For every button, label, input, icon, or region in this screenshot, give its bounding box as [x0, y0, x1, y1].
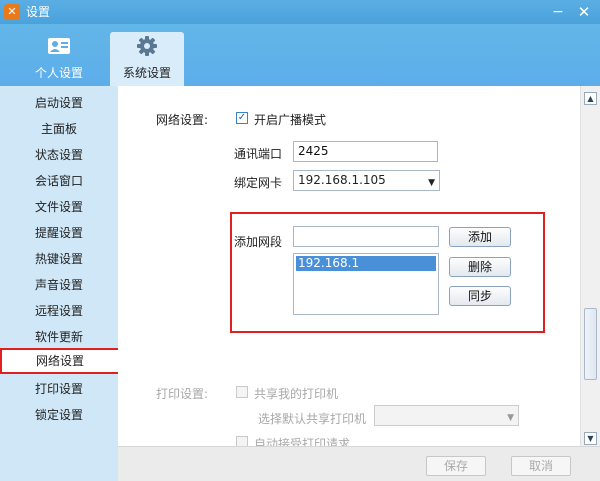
- top-tab-bar: 个人设置 系统设置: [0, 24, 600, 86]
- app-logo-icon: ✕: [4, 4, 20, 20]
- settings-window: ✕ 设置 − ✕ 个人设置 系统设置 启动设置 主面板 状态设置 会话窗口 文件…: [0, 0, 600, 481]
- dropdown-arrow-icon: ▼: [428, 178, 435, 188]
- person-card-icon: [48, 38, 70, 54]
- sidebar-item-startup[interactable]: 启动设置: [0, 90, 118, 116]
- sidebar-item-hotkey[interactable]: 热键设置: [0, 246, 118, 272]
- broadcast-label: 开启广播模式: [254, 113, 327, 127]
- window-title: 设置: [26, 5, 51, 19]
- sidebar-item-lock[interactable]: 锁定设置: [0, 402, 118, 428]
- sidebar-footer: [0, 446, 118, 481]
- delete-segment-button[interactable]: 删除: [449, 257, 511, 277]
- segment-list[interactable]: 192.168.1: [293, 253, 439, 315]
- segment-label: 添加网段: [234, 235, 283, 249]
- network-section-label: 网络设置:: [156, 113, 209, 127]
- scroll-up-icon[interactable]: ▲: [584, 92, 597, 105]
- sidebar-item-sound[interactable]: 声音设置: [0, 272, 118, 298]
- gear-icon: [137, 36, 157, 56]
- port-input[interactable]: 2425: [293, 141, 438, 162]
- auto-accept-checkbox[interactable]: [236, 436, 248, 446]
- nic-select-value: 192.168.1.105: [298, 173, 386, 187]
- broadcast-checkbox[interactable]: ✓: [236, 112, 248, 124]
- nic-label: 绑定网卡: [234, 176, 283, 190]
- segment-list-item[interactable]: 192.168.1: [296, 256, 436, 271]
- nic-select[interactable]: 192.168.1.105 ▼: [293, 170, 440, 191]
- footer-bar: 保存 取消: [118, 446, 600, 481]
- share-printer-checkbox[interactable]: [236, 386, 248, 398]
- sidebar-item-reminder[interactable]: 提醒设置: [0, 220, 118, 246]
- add-segment-button[interactable]: 添加: [449, 227, 511, 247]
- scroll-down-icon[interactable]: ▼: [584, 432, 597, 445]
- minimize-button[interactable]: −: [547, 2, 569, 22]
- sidebar-item-file[interactable]: 文件设置: [0, 194, 118, 220]
- auto-accept-label: 自动接受打印请求: [254, 437, 351, 446]
- sync-segment-button[interactable]: 同步: [449, 286, 511, 306]
- save-button[interactable]: 保存: [426, 456, 486, 476]
- tab-system-settings[interactable]: 系统设置: [110, 32, 184, 86]
- default-printer-select[interactable]: ▼: [374, 405, 519, 426]
- share-printer-label: 共享我的打印机: [254, 387, 339, 401]
- cancel-button[interactable]: 取消: [511, 456, 571, 476]
- port-label: 通讯端口: [234, 147, 283, 161]
- sidebar-item-main-panel[interactable]: 主面板: [0, 116, 118, 142]
- tab-system-label: 系统设置: [122, 66, 171, 80]
- close-button[interactable]: ✕: [573, 2, 595, 22]
- default-printer-label: 选择默认共享打印机: [258, 412, 367, 426]
- sidebar-item-update[interactable]: 软件更新: [0, 324, 118, 350]
- tab-personal-settings[interactable]: 个人设置: [22, 32, 96, 86]
- print-section-label: 打印设置:: [156, 387, 209, 401]
- sidebar: 启动设置 主面板 状态设置 会话窗口 文件设置 提醒设置 热键设置 声音设置 远…: [0, 86, 120, 481]
- sidebar-item-remote[interactable]: 远程设置: [0, 298, 118, 324]
- settings-content: 网络设置: ✓ 开启广播模式 通讯端口 2425 绑定网卡 192.168.1.…: [118, 86, 600, 446]
- sidebar-item-network[interactable]: 网络设置: [0, 348, 120, 374]
- tab-personal-label: 个人设置: [34, 66, 83, 80]
- title-bar: ✕ 设置 − ✕: [0, 0, 600, 24]
- segment-input[interactable]: [293, 226, 439, 247]
- sidebar-item-status[interactable]: 状态设置: [0, 142, 118, 168]
- sidebar-item-print[interactable]: 打印设置: [0, 376, 118, 402]
- scroll-thumb[interactable]: [584, 308, 597, 380]
- sidebar-item-chat-window[interactable]: 会话窗口: [0, 168, 118, 194]
- vertical-scrollbar[interactable]: ▲ ▼: [580, 86, 600, 448]
- dropdown-arrow-icon: ▼: [507, 413, 514, 423]
